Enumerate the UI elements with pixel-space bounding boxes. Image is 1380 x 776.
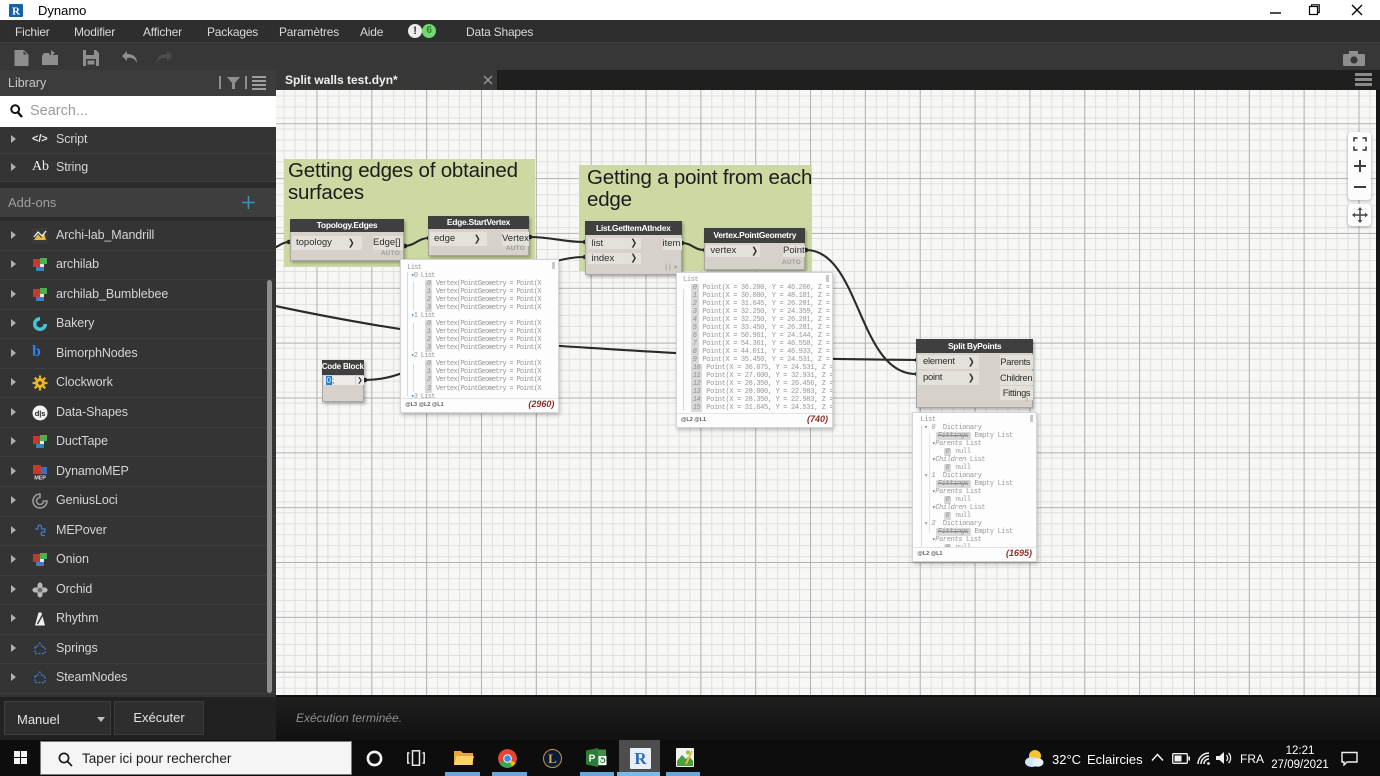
svg-text:d|s: d|s — [35, 409, 46, 418]
svg-text:MEP: MEP — [34, 475, 46, 480]
svg-text:P: P — [589, 754, 596, 765]
svg-text:R: R — [12, 6, 21, 18]
